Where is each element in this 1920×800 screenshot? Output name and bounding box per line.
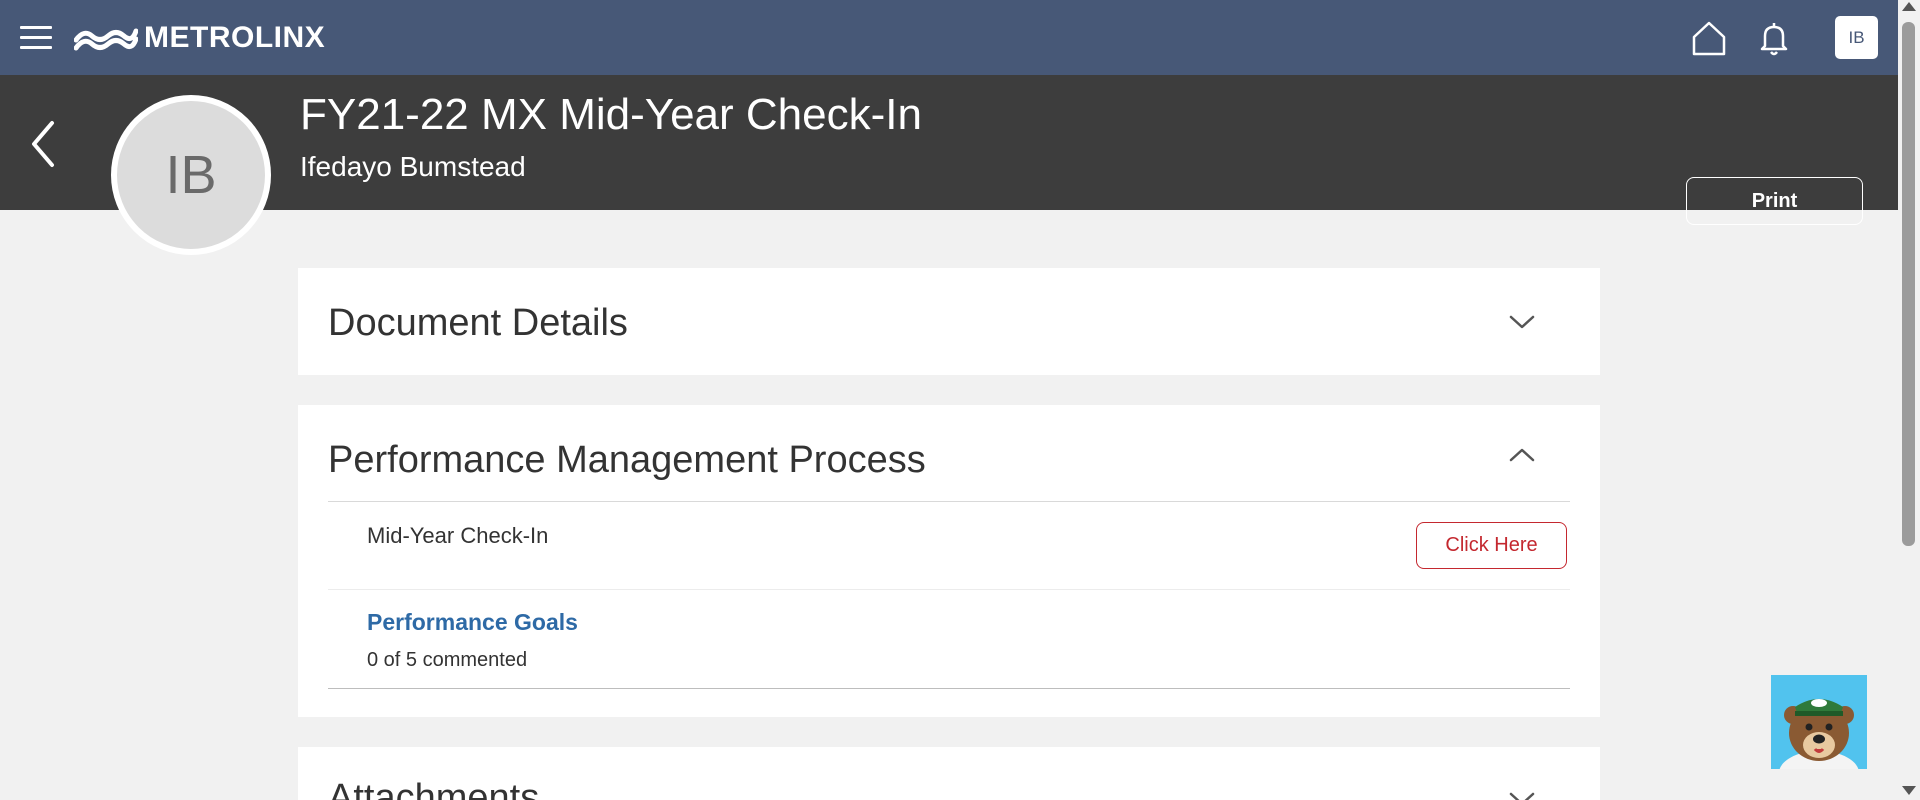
brand-name: METROLINX — [144, 21, 326, 54]
divider — [328, 688, 1570, 689]
divider — [328, 589, 1570, 590]
employee-name: Ifedayo Bumstead — [300, 151, 526, 182]
section-title: Document Details — [328, 302, 628, 344]
page-title: FY21-22 MX Mid-Year Check-In — [300, 90, 922, 139]
hamburger-menu-icon[interactable] — [20, 26, 52, 50]
document-details-section[interactable]: Document Details — [298, 268, 1600, 375]
performance-goals-link[interactable]: Performance Goals — [367, 609, 578, 636]
scroll-up-arrow-icon[interactable] — [1902, 2, 1916, 11]
scrollbar-thumb[interactable] — [1902, 22, 1915, 546]
chevron-left-icon[interactable] — [26, 117, 60, 171]
goals-comment-status: 0 of 5 commented — [367, 649, 528, 671]
scroll-down-arrow-icon[interactable] — [1902, 786, 1916, 795]
attachments-section[interactable]: Attachments — [298, 747, 1600, 800]
chevron-down-icon[interactable] — [1507, 789, 1537, 800]
top-nav-bar: METROLINX IB — [0, 0, 1898, 75]
click-here-button[interactable]: Click Here — [1416, 522, 1567, 569]
bear-mascot-icon — [1779, 699, 1859, 769]
mid-year-check-in-label: Mid-Year Check-In — [367, 523, 549, 548]
document-header: Print — [0, 75, 1898, 225]
section-title[interactable]: Performance Management Process — [328, 439, 926, 482]
bell-icon[interactable] — [1756, 19, 1792, 57]
performance-management-section: Performance Management Process Mid-Year … — [298, 405, 1600, 717]
vertical-scrollbar[interactable] — [1898, 0, 1920, 800]
print-button[interactable]: Print — [1686, 177, 1863, 225]
employee-avatar: IB — [111, 95, 271, 255]
metrolinx-logo-mark-icon — [74, 28, 138, 51]
section-title: Attachments — [328, 777, 540, 800]
chatbot-launcher[interactable] — [1771, 675, 1867, 769]
divider — [328, 501, 1570, 502]
user-avatar-button[interactable]: IB — [1835, 16, 1878, 59]
metrolinx-logo[interactable]: METROLINX — [74, 20, 325, 56]
chevron-up-icon[interactable] — [1507, 445, 1537, 465]
home-icon[interactable] — [1689, 18, 1729, 58]
chevron-down-icon[interactable] — [1507, 312, 1537, 332]
